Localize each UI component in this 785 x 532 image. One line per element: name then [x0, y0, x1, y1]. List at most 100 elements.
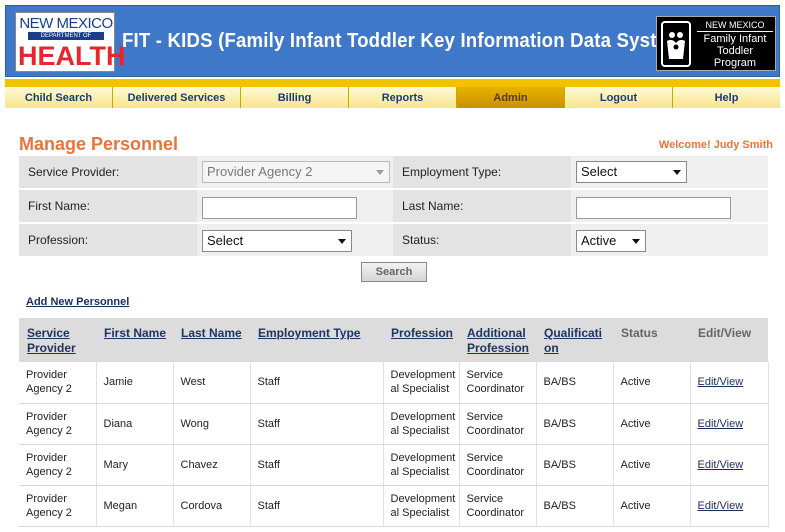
profession-value: Select [207, 233, 244, 248]
fit-logo-line2a: Family Infant [703, 33, 767, 45]
cell-text: Coordinator [466, 424, 524, 437]
nav-child-search[interactable]: Child Search [5, 87, 113, 108]
nav-help[interactable]: Help [673, 87, 780, 108]
cell-additional-profession: Service Coordinator [459, 485, 537, 527]
cell-text: Coordinator [466, 506, 524, 519]
first-name-label: First Name: [28, 199, 91, 213]
cell-text: al Specialist [390, 424, 450, 437]
first-name-input[interactable] [202, 197, 357, 219]
cell-text: Agency 2 [26, 424, 72, 437]
status-value: Active [581, 233, 617, 248]
service-provider-value: Provider Agency 2 [207, 164, 313, 179]
form-row-3: Profession: Select Status: Active [19, 224, 768, 256]
edit-view-link[interactable]: Edit/View [690, 403, 769, 445]
employment-type-select[interactable]: Select [576, 161, 687, 183]
cell-additional-profession: Service Coordinator [459, 444, 537, 486]
nm-logo-line1: NEW MEXICO [19, 15, 113, 32]
col-header-additional-profession[interactable]: Additional Profession [459, 318, 536, 362]
table-row: Provider Agency 2 Megan Cordova Staff Dev… [19, 485, 769, 527]
cell-qualification: BA/BS [536, 403, 614, 445]
service-provider-select[interactable]: Provider Agency 2 [202, 161, 390, 183]
service-provider-label: Service Provider: [28, 165, 120, 179]
fit-logo-line3: Toddler Program [713, 45, 757, 69]
employment-type-value: Select [581, 164, 618, 179]
profession-label: Profession: [28, 233, 89, 247]
col-header-service-provider[interactable]: Service Provider [19, 318, 96, 362]
edit-view-link[interactable]: Edit/View [690, 362, 769, 404]
nm-logo-line3: HEALTH [18, 41, 126, 71]
cell-text: Provider [26, 410, 67, 423]
cell-service-provider: Provider Agency 2 [19, 485, 97, 527]
header-text: Qualificati [544, 326, 603, 340]
cell-text: Agency 2 [26, 465, 72, 478]
header-text: Provider [27, 341, 76, 355]
cell-last-name: Chavez [173, 444, 251, 486]
table-row: Provider Agency 2 Diana Wong Staff Develo… [19, 403, 769, 445]
cell-first-name: Megan [96, 485, 174, 527]
cell-status: Active [613, 444, 691, 486]
nm-logo-line2: DEPARTMENT OF [28, 32, 104, 40]
cell-status: Active [613, 403, 691, 445]
nav-billing[interactable]: Billing [241, 87, 349, 108]
cell-employment-type: Staff [250, 362, 384, 404]
cell-profession: Development al Specialist [383, 403, 460, 445]
col-header-last-name[interactable]: Last Name [173, 318, 250, 362]
employment-type-label: Employment Type: [402, 165, 502, 179]
nav-admin[interactable]: Admin [457, 87, 565, 108]
cell-profession: Development al Specialist [383, 485, 460, 527]
cell-last-name: Wong [173, 403, 251, 445]
col-header-status: Status [613, 318, 690, 362]
cell-status: Active [613, 362, 691, 404]
col-header-employment-type[interactable]: Employment Type [250, 318, 383, 362]
nav-logout[interactable]: Logout [565, 87, 673, 108]
nm-health-logo: NEW MEXICO DEPARTMENT OF HEALTH [15, 12, 126, 72]
edit-view-link[interactable]: Edit/View [690, 485, 769, 527]
cell-last-name: West [173, 362, 251, 404]
cell-additional-profession: Service Coordinator [459, 403, 537, 445]
cell-profession: Development al Specialist [383, 362, 460, 404]
cell-text: Agency 2 [26, 383, 72, 396]
cell-first-name: Diana [96, 403, 174, 445]
cell-qualification: BA/BS [536, 362, 614, 404]
fit-program-logo: NEW MEXICO Family Infant Toddler Program [656, 16, 776, 71]
fit-logo-line2: Family Infant Toddler Program [695, 33, 775, 69]
cell-status: Active [613, 485, 691, 527]
chevron-down-icon [673, 170, 681, 175]
fit-logo-line1: NEW MEXICO [697, 20, 773, 32]
cell-last-name: Cordova [173, 485, 251, 527]
last-name-input[interactable] [576, 197, 731, 219]
cell-text: al Specialist [390, 383, 450, 396]
last-name-label: Last Name: [402, 199, 464, 213]
search-button[interactable]: Search [361, 262, 427, 282]
cell-text: Development [390, 410, 456, 423]
cell-text: Service [466, 410, 504, 423]
nav-delivered-services[interactable]: Delivered Services [113, 87, 241, 108]
col-header-profession[interactable]: Profession [383, 318, 459, 362]
header-text: Additional [467, 326, 526, 340]
profession-select[interactable]: Select [202, 230, 352, 252]
cell-employment-type: Staff [250, 444, 384, 486]
cell-text: al Specialist [390, 506, 450, 519]
table-header-row: Service Provider First Name Last Name Em… [19, 318, 768, 362]
cell-text: Development [390, 369, 456, 382]
status-select[interactable]: Active [576, 230, 646, 252]
cell-text: Provider [26, 492, 67, 505]
edit-view-link[interactable]: Edit/View [690, 444, 769, 486]
header-text: Profession [467, 341, 530, 355]
add-new-personnel-link[interactable]: Add New Personnel [26, 296, 129, 308]
welcome-message: Welcome! Judy Smith [658, 139, 773, 151]
app-header: NEW MEXICO DEPARTMENT OF HEALTH FIT - KI… [5, 5, 780, 77]
table-row: Provider Agency 2 Jamie West Staff Develo… [19, 362, 769, 404]
header-text: on [544, 341, 559, 355]
cell-text: Service [466, 492, 504, 505]
cell-text: Service [466, 451, 504, 464]
col-header-first-name[interactable]: First Name [96, 318, 173, 362]
personnel-table: Service Provider First Name Last Name Em… [19, 318, 769, 527]
cell-text: Provider [26, 369, 67, 382]
col-header-qualification[interactable]: Qualificati on [536, 318, 613, 362]
family-emblem-icon [661, 21, 691, 67]
nav-reports[interactable]: Reports [349, 87, 457, 108]
chevron-down-icon [376, 170, 384, 175]
cell-service-provider: Provider Agency 2 [19, 444, 97, 486]
status-label: Status: [402, 233, 440, 247]
